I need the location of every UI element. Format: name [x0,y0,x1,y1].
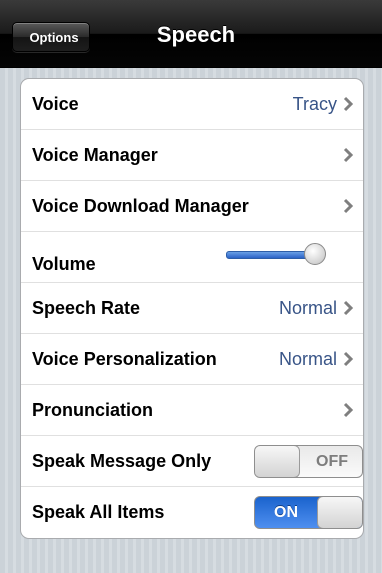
row-speak-message-only: Speak Message Only OFF [21,436,363,487]
row-label: Pronunciation [32,399,153,420]
chevron-right-icon [343,300,354,316]
row-value: Normal [278,348,337,369]
row-label: Speak All Items [32,502,165,522]
row-speech-rate[interactable]: Speech Rate Normal [21,283,363,334]
row-value: Normal [278,297,337,318]
chevron-right-icon [343,96,354,112]
toggle-knob [317,497,362,528]
row-voice-manager[interactable]: Voice Manager [21,130,363,181]
row-voice-personalization[interactable]: Voice Personalization Normal [21,334,363,385]
row-label: Volume [32,254,96,274]
row-voice-download-manager[interactable]: Voice Download Manager [21,181,363,232]
settings-group: Voice Tracy Voice Manager Voice Download… [20,78,364,539]
row-label: Speak Message Only [32,450,212,471]
row-volume: Volume [21,232,363,283]
chevron-right-icon [343,198,354,214]
page-title: Speech [156,22,236,47]
toggle-state: ON [274,504,298,521]
row-label: Voice [32,93,79,114]
navigation-bar: Options Speech [0,0,382,68]
row-label: Voice Personalization [32,348,217,369]
chevron-right-icon [343,351,354,367]
toggle-knob [255,446,300,477]
row-speak-all-items: Speak All Items ON [21,487,363,538]
speak-message-only-toggle[interactable]: OFF [254,445,363,478]
chevron-right-icon [343,147,354,163]
row-label: Voice Download Manager [32,195,249,216]
toggle-state: OFF [316,453,348,470]
row-label: Speech Rate [32,297,141,318]
row-value: Tracy [292,93,337,114]
chevron-right-icon [343,402,354,418]
slider-track [226,251,316,259]
slider-thumb[interactable] [304,243,326,265]
row-label: Voice Manager [32,144,158,165]
volume-slider[interactable] [226,243,328,265]
speak-all-items-toggle[interactable]: ON [254,496,363,529]
row-pronunciation[interactable]: Pronunciation [21,385,363,436]
row-voice[interactable]: Voice Tracy [21,79,363,130]
